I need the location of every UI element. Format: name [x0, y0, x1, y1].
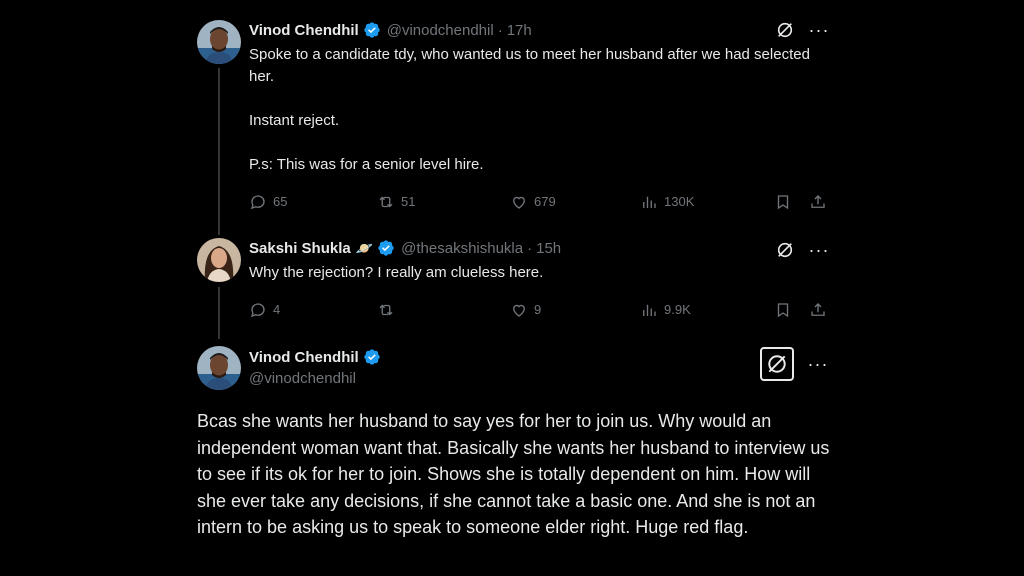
timestamp[interactable]: 15h: [536, 240, 561, 257]
tweet-2[interactable]: Sakshi Shukla 🪐 @thesakshishukla · 15h ·…: [197, 238, 829, 328]
tweet-text: Spoke to a candidate tdy, who wanted us …: [249, 46, 810, 173]
tweet-header: Vinod Chendhil @vinodchendhil · 17h: [249, 20, 532, 40]
tweet-top-actions: ···: [760, 347, 828, 381]
retweet-icon: [379, 304, 393, 316]
retweet-button[interactable]: 51: [377, 193, 415, 211]
views-button[interactable]: 130K: [640, 193, 694, 211]
tweet-actions: 4 9 9.9K: [249, 301, 827, 321]
verified-badge-icon: [364, 22, 380, 38]
main-tweet-text: Bcas she wants her husband to say yes fo…: [197, 411, 830, 537]
share-icon: [811, 195, 825, 208]
grok-icon[interactable]: [775, 240, 795, 260]
like-count: 679: [534, 194, 556, 209]
view-count: 130K: [664, 194, 695, 209]
main-tweet[interactable]: Vinod Chendhil @vinodchendhil ···: [197, 346, 828, 396]
tweet-actions: 65 51 679 130K: [249, 193, 827, 213]
tweet-top-actions: ···: [775, 240, 829, 260]
bookmark-button[interactable]: [774, 193, 798, 211]
reply-icon: [250, 303, 265, 318]
handle[interactable]: @thesakshishukla: [401, 240, 523, 257]
tweet-header: Sakshi Shukla 🪐 @thesakshishukla · 15h: [249, 238, 561, 258]
retweet-count: 51: [401, 194, 416, 209]
verified-badge-icon: [364, 349, 380, 365]
display-name[interactable]: Vinod Chendhil: [249, 349, 359, 366]
views-button[interactable]: 9.9K: [640, 301, 691, 319]
reply-button[interactable]: 65: [249, 193, 287, 211]
planet-emoji: 🪐: [355, 239, 374, 256]
bookmark-icon: [777, 195, 789, 210]
share-button[interactable]: [809, 193, 833, 211]
bookmark-icon: [777, 303, 789, 318]
handle[interactable]: @vinodchendhil: [249, 370, 356, 387]
separator-dot: ·: [527, 239, 533, 257]
more-options-icon[interactable]: ···: [809, 240, 829, 260]
heart-icon: [513, 196, 525, 209]
display-name[interactable]: Vinod Chendhil: [249, 22, 359, 39]
like-button[interactable]: 679: [510, 193, 556, 211]
reply-button[interactable]: 4: [249, 301, 280, 319]
share-icon: [811, 303, 825, 316]
retweet-icon: [379, 196, 393, 208]
display-name[interactable]: Sakshi Shukla: [249, 240, 351, 257]
tweet-top-actions: ···: [775, 20, 829, 40]
avatar[interactable]: [197, 20, 241, 64]
handle[interactable]: @vinodchendhil: [387, 22, 494, 39]
view-count: 9.9K: [664, 302, 691, 317]
separator-dot: ·: [497, 21, 503, 39]
tweet-1[interactable]: Vinod Chendhil @vinodchendhil · 17h ··· …: [197, 20, 829, 220]
more-options-icon[interactable]: ···: [809, 20, 829, 40]
timestamp[interactable]: 17h: [507, 22, 532, 39]
more-options-icon[interactable]: ···: [808, 354, 828, 374]
analytics-icon: [643, 304, 656, 316]
bookmark-button[interactable]: [774, 301, 798, 319]
heart-icon: [513, 304, 525, 317]
tweet-header: Vinod Chendhil: [249, 347, 381, 367]
grok-icon[interactable]: [775, 20, 795, 40]
share-button[interactable]: [809, 301, 833, 319]
like-button[interactable]: 9: [510, 301, 541, 319]
avatar[interactable]: [197, 238, 241, 282]
reply-count: 65: [273, 194, 288, 209]
grok-icon[interactable]: [760, 347, 794, 381]
tweet-text: Why the rejection? I really am clueless …: [249, 264, 544, 281]
analytics-icon: [643, 196, 656, 208]
reply-icon: [250, 195, 265, 210]
retweet-button[interactable]: [377, 301, 401, 319]
verified-badge-icon: [378, 240, 394, 256]
avatar[interactable]: [197, 346, 241, 390]
reply-count: 4: [273, 302, 281, 317]
like-count: 9: [534, 302, 542, 317]
